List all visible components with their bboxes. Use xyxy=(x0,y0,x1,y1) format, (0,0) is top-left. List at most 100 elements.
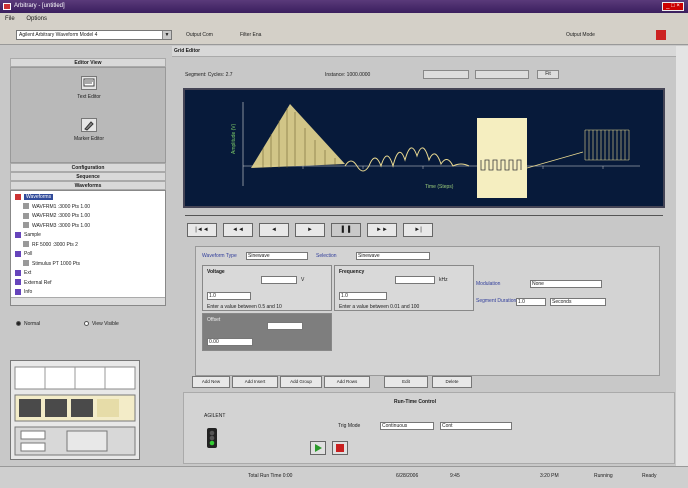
slider-track xyxy=(185,215,663,216)
offset-label: Offset xyxy=(207,317,221,323)
editor-view-panel: Text Editor Marker Editor xyxy=(10,67,166,163)
waveform-plot[interactable]: Time (Steps) Amplitude (V) xyxy=(183,88,665,208)
tree-item[interactable]: Ext xyxy=(15,269,161,279)
nav-next-button[interactable]: ► xyxy=(295,223,325,237)
chevron-down-icon[interactable]: ▼ xyxy=(162,31,171,39)
offset-select[interactable] xyxy=(267,322,303,330)
tab-add-insert[interactable]: Add Insert xyxy=(232,376,278,388)
thumbnail-panel[interactable] xyxy=(10,360,140,460)
instrument-select[interactable]: Agilent Arbitrary Waveform Model 4 ▼ xyxy=(16,30,172,40)
flag-icon[interactable] xyxy=(656,30,666,40)
marker-editor-icon[interactable] xyxy=(81,118,97,132)
segment-duration-field[interactable]: 1.0 xyxy=(516,298,546,306)
voltage-field[interactable]: 1.0 xyxy=(207,292,251,300)
app-icon xyxy=(3,3,11,10)
segment-next-button[interactable] xyxy=(475,70,529,79)
text-editor-icon[interactable] xyxy=(81,76,97,90)
folder-icon xyxy=(15,269,21,276)
plot-xlabel: Time (Steps) xyxy=(425,184,454,190)
section-sequence[interactable]: Sequence xyxy=(10,172,166,181)
tree-item[interactable]: WAVFRM1 :3000 Pts 1.00 xyxy=(15,203,161,213)
wave-icon xyxy=(23,222,29,229)
nav-first-button[interactable]: |◄◄ xyxy=(187,223,217,237)
radio-view-visible[interactable]: View Visible xyxy=(84,321,119,327)
nav-prev-button[interactable]: ◄ xyxy=(259,223,289,237)
segment-prev-button[interactable] xyxy=(423,70,469,79)
menu-file[interactable]: File xyxy=(0,13,20,25)
tab-add-group[interactable]: Add Group xyxy=(280,376,322,388)
instrument-select-value: Agilent Arbitrary Waveform Model 4 xyxy=(19,32,98,38)
panel-title: Grid Editor xyxy=(172,46,688,57)
trig-mode-field[interactable]: Continuous xyxy=(380,422,434,430)
window-controls[interactable]: _ □ × xyxy=(662,2,684,11)
trig-unit-select[interactable]: Cont xyxy=(440,422,512,430)
marker-editor-label[interactable]: Marker Editor xyxy=(51,136,127,142)
nav-rewind-button[interactable]: ◄◄ xyxy=(223,223,253,237)
position-slider[interactable] xyxy=(185,212,663,220)
action-tabs: Add New Add Insert Add Group Add Rows Ed… xyxy=(192,376,492,389)
status-time: 9:45 xyxy=(450,473,460,479)
output-mode-label: Output Mode xyxy=(566,32,595,38)
folder-icon xyxy=(15,279,21,286)
section-configuration[interactable]: Configuration xyxy=(10,163,166,172)
tab-edit[interactable]: Edit xyxy=(384,376,428,388)
modulation-label: Modulation xyxy=(476,281,501,287)
segment-caption: Segment: Cycles: 2.7 xyxy=(185,72,233,78)
modulation-field[interactable]: None xyxy=(530,280,602,288)
fit-button[interactable]: Fit xyxy=(537,70,559,79)
tree-item[interactable]: RF 5000 :3000 Pts 2 xyxy=(15,241,161,251)
status-clock: 3:20 PM xyxy=(540,473,559,479)
tab-delete[interactable]: Delete xyxy=(432,376,472,388)
folder-icon xyxy=(15,193,21,200)
tree-item[interactable]: Sample xyxy=(15,231,161,241)
nav-forward-button[interactable]: ►► xyxy=(367,223,397,237)
tree-item[interactable]: Poll xyxy=(15,250,161,260)
editor-view-header: Editor View xyxy=(10,58,166,67)
frequency-field[interactable]: 1.0 xyxy=(339,292,387,300)
tree-item[interactable]: WAVFRM2 :3000 Pts 1.00 xyxy=(15,212,161,222)
tree-item[interactable]: Waveforms xyxy=(15,193,161,203)
frequency-label: Frequency xyxy=(339,269,365,275)
trig-mode-label: Trig Mode xyxy=(338,423,361,429)
selection-field[interactable]: Sinewave xyxy=(356,252,430,260)
plot-ylabel: Amplitude (V) xyxy=(231,123,237,154)
tree-item[interactable]: Stimulus PT 1000 Pts xyxy=(15,260,161,270)
runtime-title: Run-Time Control xyxy=(394,399,437,405)
status-runtime: Total Run Time 0:00 xyxy=(248,473,293,479)
frequency-unit: kHz xyxy=(439,277,448,283)
status-bar: Total Run Time 0:00 6/28/2006 9:45 3:20 … xyxy=(0,466,688,488)
frequency-hint: Enter a value between 0.01 and 100 xyxy=(339,304,420,310)
waveform-tree[interactable]: Waveforms WAVFRM1 :3000 Pts 1.00 WAVFRM2… xyxy=(10,190,166,306)
tab-add-new[interactable]: Add New xyxy=(192,376,230,388)
stop-button[interactable] xyxy=(332,441,348,455)
waveform-type-field[interactable]: Sinewave xyxy=(246,252,308,260)
wave-icon xyxy=(23,260,29,267)
tree-item[interactable]: External Ref xyxy=(15,279,161,289)
frequency-select[interactable] xyxy=(395,276,435,284)
offset-field[interactable]: 0.00 xyxy=(207,338,253,346)
nav-pause-button[interactable]: ▌▐ xyxy=(331,223,361,237)
main-toolbar: Agilent Arbitrary Waveform Model 4 ▼ Out… xyxy=(0,25,688,45)
text-editor-label[interactable]: Text Editor xyxy=(51,94,127,100)
output-com-button[interactable]: Output Com xyxy=(186,30,213,40)
play-button[interactable] xyxy=(310,441,326,455)
filter-enable-button[interactable]: Filter Ena xyxy=(240,30,261,40)
radio-normal[interactable]: Normal xyxy=(16,321,40,327)
window-titlebar: Arbitrary - [untitled] _ □ × xyxy=(0,0,688,13)
stop-icon xyxy=(336,444,344,452)
tree-scrollbar[interactable] xyxy=(11,297,165,305)
right-scroll-area[interactable] xyxy=(676,46,688,466)
voltage-unit: V xyxy=(301,277,305,283)
instance-label: Instance: 1000.0000 xyxy=(325,72,371,78)
segment-unit-select[interactable]: Seconds xyxy=(550,298,606,306)
frequency-group: Frequency kHz 1.0 Enter a value between … xyxy=(334,265,474,311)
status-ready: Ready xyxy=(642,473,657,479)
nav-last-button[interactable]: ►| xyxy=(403,223,433,237)
wave-icon xyxy=(23,203,29,210)
menu-options[interactable]: Options xyxy=(21,13,52,25)
tab-add-rows[interactable]: Add Rows xyxy=(324,376,370,388)
section-waveforms[interactable]: Waveforms xyxy=(10,181,166,190)
voltage-group: Voltage V 1.0 Enter a value between 0.5 … xyxy=(202,265,332,311)
voltage-select[interactable] xyxy=(261,276,297,284)
tree-item[interactable]: WAVFRM3 :3000 Pts 1.00 xyxy=(15,222,161,232)
